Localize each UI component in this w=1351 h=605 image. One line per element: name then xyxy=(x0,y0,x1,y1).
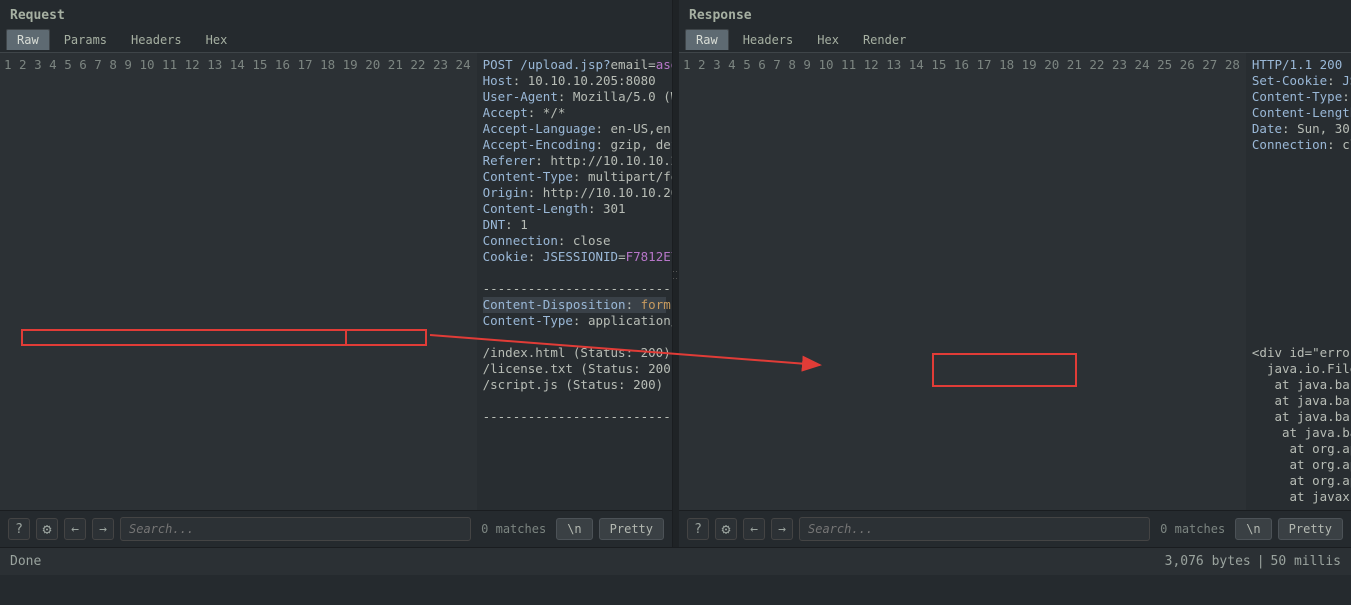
tab-params[interactable]: Params xyxy=(54,30,117,50)
tab-hex[interactable]: Hex xyxy=(807,30,849,50)
response-title: Response xyxy=(679,0,1351,27)
tab-raw[interactable]: Raw xyxy=(6,29,50,50)
prev-match-icon[interactable]: ← xyxy=(64,518,86,540)
status-bytes: 3,076 bytes xyxy=(1165,554,1251,569)
match-count: 0 matches xyxy=(1156,522,1229,536)
response-pane: Response Raw Headers Hex Render 1 2 3 4 … xyxy=(679,0,1351,547)
request-tabbar: Raw Params Headers Hex xyxy=(0,27,672,53)
status-millis: 50 millis xyxy=(1271,554,1341,569)
request-title: Request xyxy=(0,0,672,27)
request-code[interactable]: POST /upload.jsp?email=asd HTTP/1.1 Host… xyxy=(477,53,672,510)
tab-headers[interactable]: Headers xyxy=(121,30,192,50)
response-searchbar: ? ⚙ ← → 0 matches \n Pretty xyxy=(679,510,1351,547)
tab-render[interactable]: Render xyxy=(853,30,916,50)
request-pane: Request Raw Params Headers Hex 1 2 3 4 5… xyxy=(0,0,673,547)
request-searchbar: ? ⚙ ← → 0 matches \n Pretty xyxy=(0,510,672,547)
newline-toggle[interactable]: \n xyxy=(556,518,592,540)
match-count: 0 matches xyxy=(477,522,550,536)
request-gutter: 1 2 3 4 5 6 7 8 9 10 11 12 13 14 15 16 1… xyxy=(0,53,477,510)
status-sep: | xyxy=(1257,554,1265,569)
tab-hex[interactable]: Hex xyxy=(196,30,238,50)
search-input[interactable] xyxy=(120,517,471,541)
prev-match-icon[interactable]: ← xyxy=(743,518,765,540)
search-input[interactable] xyxy=(799,517,1150,541)
response-editor[interactable]: 1 2 3 4 5 6 7 8 9 10 11 12 13 14 15 16 1… xyxy=(679,53,1351,510)
response-gutter: 1 2 3 4 5 6 7 8 9 10 11 12 13 14 15 16 1… xyxy=(679,53,1246,510)
newline-toggle[interactable]: \n xyxy=(1235,518,1271,540)
help-icon[interactable]: ? xyxy=(687,518,709,540)
help-icon[interactable]: ? xyxy=(8,518,30,540)
response-code[interactable]: HTTP/1.1 200 Set-Cookie: JSESSIONID=2886… xyxy=(1246,53,1351,510)
response-tabbar: Raw Headers Hex Render xyxy=(679,27,1351,53)
gear-icon[interactable]: ⚙ xyxy=(715,518,737,540)
gear-icon[interactable]: ⚙ xyxy=(36,518,58,540)
status-bar: Done 3,076 bytes | 50 millis xyxy=(0,547,1351,575)
tab-headers[interactable]: Headers xyxy=(733,30,804,50)
pretty-button[interactable]: Pretty xyxy=(599,518,664,540)
status-left: Done xyxy=(10,554,41,569)
pretty-button[interactable]: Pretty xyxy=(1278,518,1343,540)
request-editor[interactable]: 1 2 3 4 5 6 7 8 9 10 11 12 13 14 15 16 1… xyxy=(0,53,672,510)
tab-raw[interactable]: Raw xyxy=(685,29,729,50)
next-match-icon[interactable]: → xyxy=(771,518,793,540)
next-match-icon[interactable]: → xyxy=(92,518,114,540)
